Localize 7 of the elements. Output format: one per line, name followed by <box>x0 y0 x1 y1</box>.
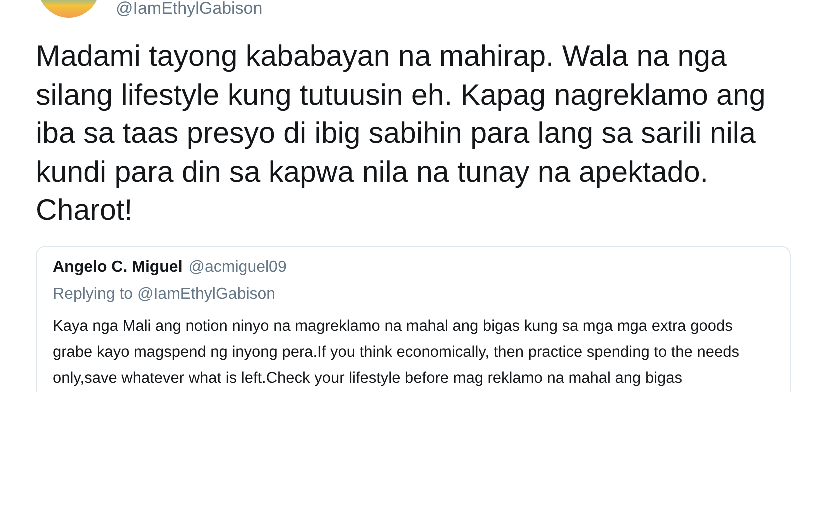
quoted-tweet-text: Kaya nga Mali ang notion ninyo na magreklamo na mahal ang bigas kung sa mga mga extra goods grabe kayo magspend ng inyong pera.If you think economically, then practice spending to the needs only,save whatever what is left.Check your lifestyle before mag reklamo na mahal ang bigas <box>53 316 740 388</box>
quoted-tweet-card[interactable] <box>36 246 791 392</box>
user-handle[interactable]: @IamEthylGabison <box>116 0 263 18</box>
author-name[interactable]: Angelo C. Miguel <box>53 258 183 276</box>
tweet-text: Madami tayong kababayan na mahirap. Wala na nga silang lifestyle kung tutuusin eh. Kapag nagreklamo ang iba sa taas presyo di ibig sabihin para lang sa sarili nila kundi para din sa kapwa nila na tunay na apektado. Charot! <box>36 39 767 229</box>
replying-to-text: Replying to @IamEthylGabison <box>53 286 277 304</box>
author-handle[interactable]: @acmiguel09 <box>188 258 287 276</box>
